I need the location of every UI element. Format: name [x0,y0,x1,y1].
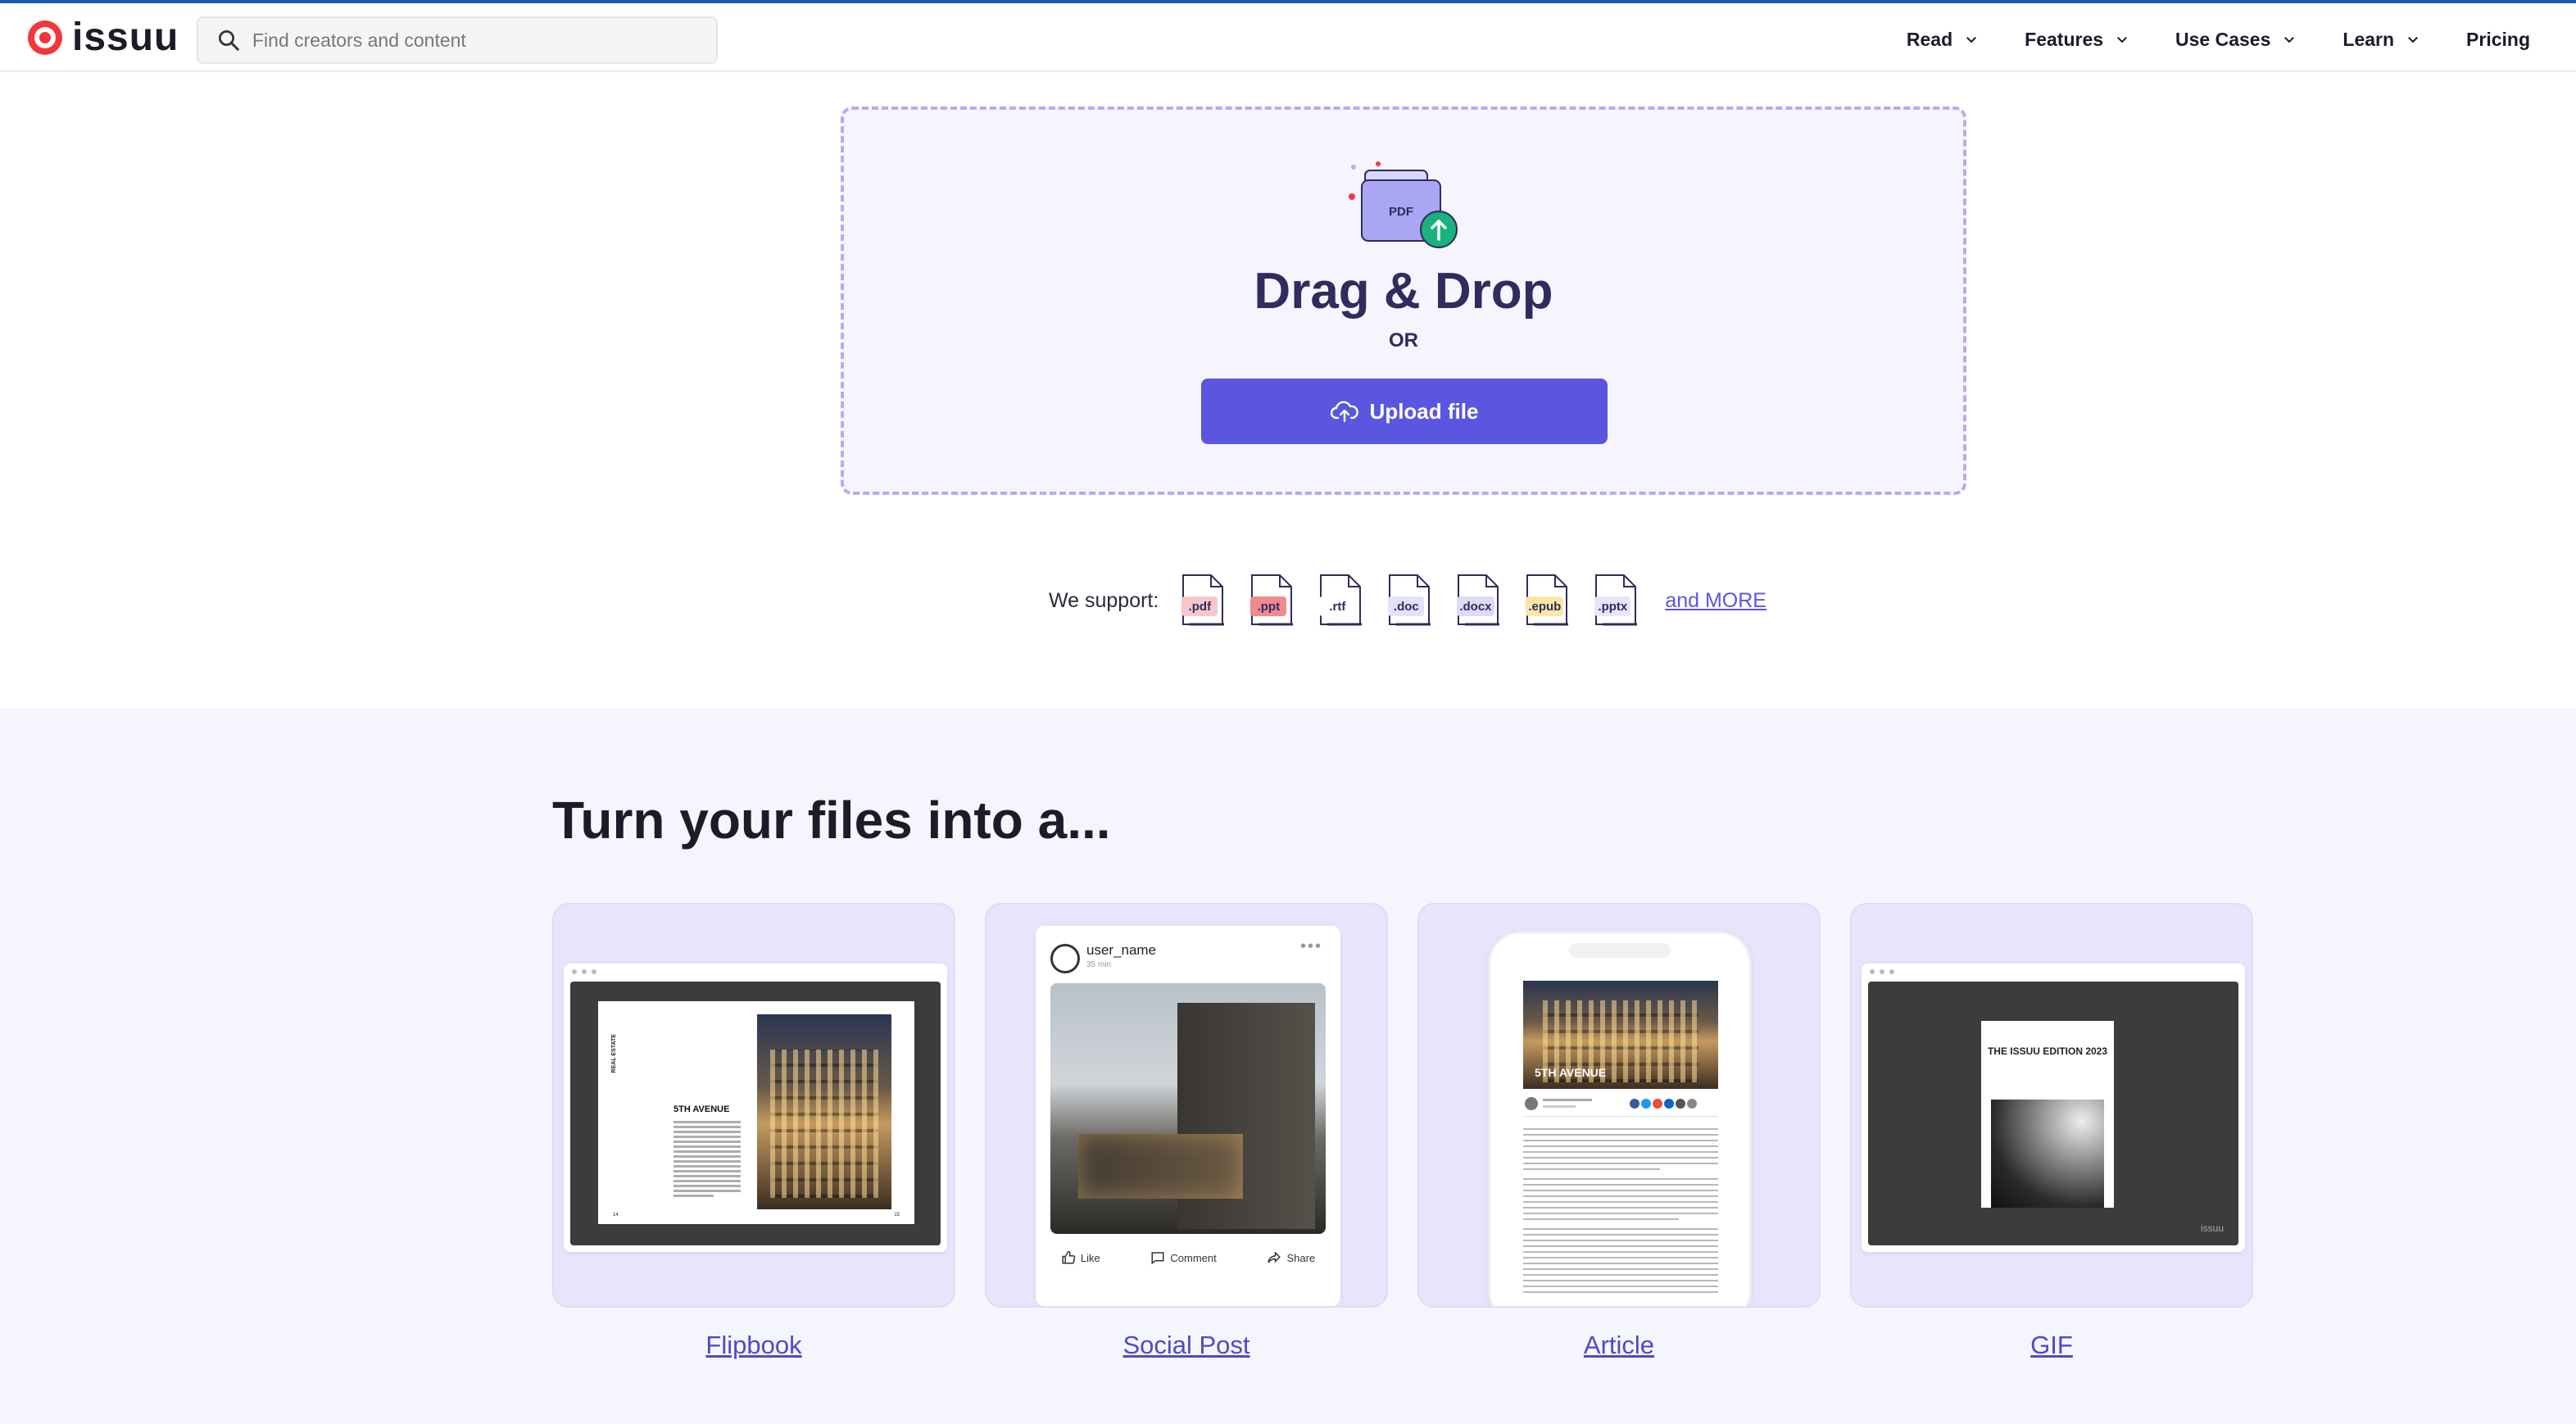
comment-label: Comment [1170,1251,1217,1264]
chevron-down-icon [1966,37,1977,43]
social-post-link[interactable]: Social Post [985,1331,1388,1360]
supported-formats: We support: .pdf .ppt .rtf .doc .docx .e… [1049,574,1766,628]
chevron-down-icon [2408,37,2418,43]
nav-use-cases-label: Use Cases [2175,28,2271,50]
gif-brand: issuu [2200,1222,2224,1234]
browser-mockup: THE ISSUU EDITION 2023 issuu [1862,964,2245,1252]
avatar-icon [1050,944,1080,973]
post-time: 35 min [1086,960,1112,969]
flipbook-page-right: 15 [894,1213,900,1218]
article-heading: 5TH AVENUE [1535,1066,1607,1079]
flipbook-spread: REAL ESTATE 5TH AVENUE 14 15 [598,1001,914,1224]
pptx-file-icon: .pptx [1591,574,1640,628]
epub-file-icon: .epub [1522,574,1571,628]
format-ext: .epub [1526,596,1564,616]
upload-dropzone[interactable]: PDF Drag & Drop OR Upload file [841,107,1966,495]
format-ext: .pdf [1181,596,1218,616]
issuu-logo[interactable]: issuu [28,18,179,57]
post-image [1050,983,1326,1234]
upload-file-button[interactable]: Upload file [1201,379,1608,444]
nav-read-label: Read [1906,28,1953,50]
or-divider: OR [1389,329,1418,351]
main-nav: Read Features Use Cases Learn Pricing [1861,21,2530,57]
comment-action: Comment [1150,1250,1217,1265]
nav-learn-label: Learn [2342,28,2395,50]
search-icon [219,30,239,51]
search-bar[interactable] [197,16,718,64]
nav-learn[interactable]: Learn [2342,29,2420,51]
post-username: user_name [1086,942,1157,958]
nav-pricing[interactable]: Pricing [2466,29,2530,51]
drag-drop-title: Drag & Drop [1254,263,1553,320]
gif-card[interactable]: THE ISSUU EDITION 2023 issuu [1850,903,2253,1308]
like-action: Like [1061,1250,1100,1265]
article-card[interactable]: 5TH AVENUE [1417,903,1821,1308]
nav-read[interactable]: Read [1907,29,1979,51]
pdf-folder-upload-icon: PDF [1349,161,1458,248]
folder-icon-label: PDF [1389,205,1413,219]
chevron-down-icon [2117,37,2127,43]
thumbs-up-icon [1062,1250,1076,1264]
flipbook-page-left: 14 [613,1213,619,1218]
format-ext: .rtf [1319,596,1356,616]
search-input[interactable] [252,29,711,52]
article-meta [1523,1092,1718,1117]
building-photo [757,1014,891,1209]
rtf-file-icon: .rtf [1316,574,1365,628]
nav-features-label: Features [2025,28,2104,50]
share-label: Share [1286,1251,1316,1264]
wave-image [1991,1100,2104,1208]
flipbook-card[interactable]: REAL ESTATE 5TH AVENUE 14 15 [552,903,955,1308]
ppt-file-icon: .ppt [1247,574,1296,628]
section-title: Turn your files into a... [552,791,1111,850]
cloud-upload-icon [1330,401,1358,423]
logo-text: issuu [72,16,179,59]
article-body [1523,1128,1718,1297]
format-ext: .doc [1388,596,1425,616]
format-ext: .ppt [1250,596,1287,616]
social-post-mockup: user_name 35 min ••• Like Comment Share [1036,926,1340,1306]
format-ext: .pptx [1594,596,1631,616]
docx-file-icon: .docx [1454,574,1503,628]
and-more-link[interactable]: and MORE [1665,589,1766,613]
nav-features[interactable]: Features [2025,29,2129,51]
doc-file-icon: .doc [1385,574,1434,628]
nav-pricing-label: Pricing [2466,28,2530,50]
chevron-down-icon [2284,37,2295,43]
output-types-section: Turn your files into a... REAL ESTATE 5T… [0,708,2576,1424]
flipbook-link[interactable]: Flipbook [552,1331,955,1360]
article-link[interactable]: Article [1417,1331,1821,1360]
share-icon [1268,1251,1281,1263]
share-action: Share [1267,1250,1315,1265]
top-header: issuu Read Features Use Cases Learn Pric… [0,0,2576,72]
nav-use-cases[interactable]: Use Cases [2175,29,2297,51]
flipbook-side-label: REAL ESTATE [611,1034,617,1073]
like-label: Like [1080,1251,1100,1264]
more-options-icon: ••• [1299,937,1322,955]
upload-file-label: Upload file [1369,398,1479,424]
browser-mockup: REAL ESTATE 5TH AVENUE 14 15 [564,964,947,1252]
supported-formats-label: We support: [1049,588,1159,612]
social-post-card[interactable]: user_name 35 min ••• Like Comment Share [985,903,1388,1308]
author-share-icons [1525,1097,1697,1110]
comment-icon [1151,1252,1164,1265]
gif-cover: THE ISSUU EDITION 2023 [1981,1021,2114,1208]
flipbook-heading: 5TH AVENUE [673,1104,730,1114]
gif-cover-title: THE ISSUU EDITION 2023 [1987,1045,2108,1057]
phone-mockup: 5TH AVENUE [1488,931,1752,1306]
pdf-file-icon: .pdf [1178,574,1227,628]
issuu-logo-icon [28,20,62,55]
gif-link[interactable]: GIF [1850,1331,2253,1360]
format-ext: .docx [1457,596,1494,616]
